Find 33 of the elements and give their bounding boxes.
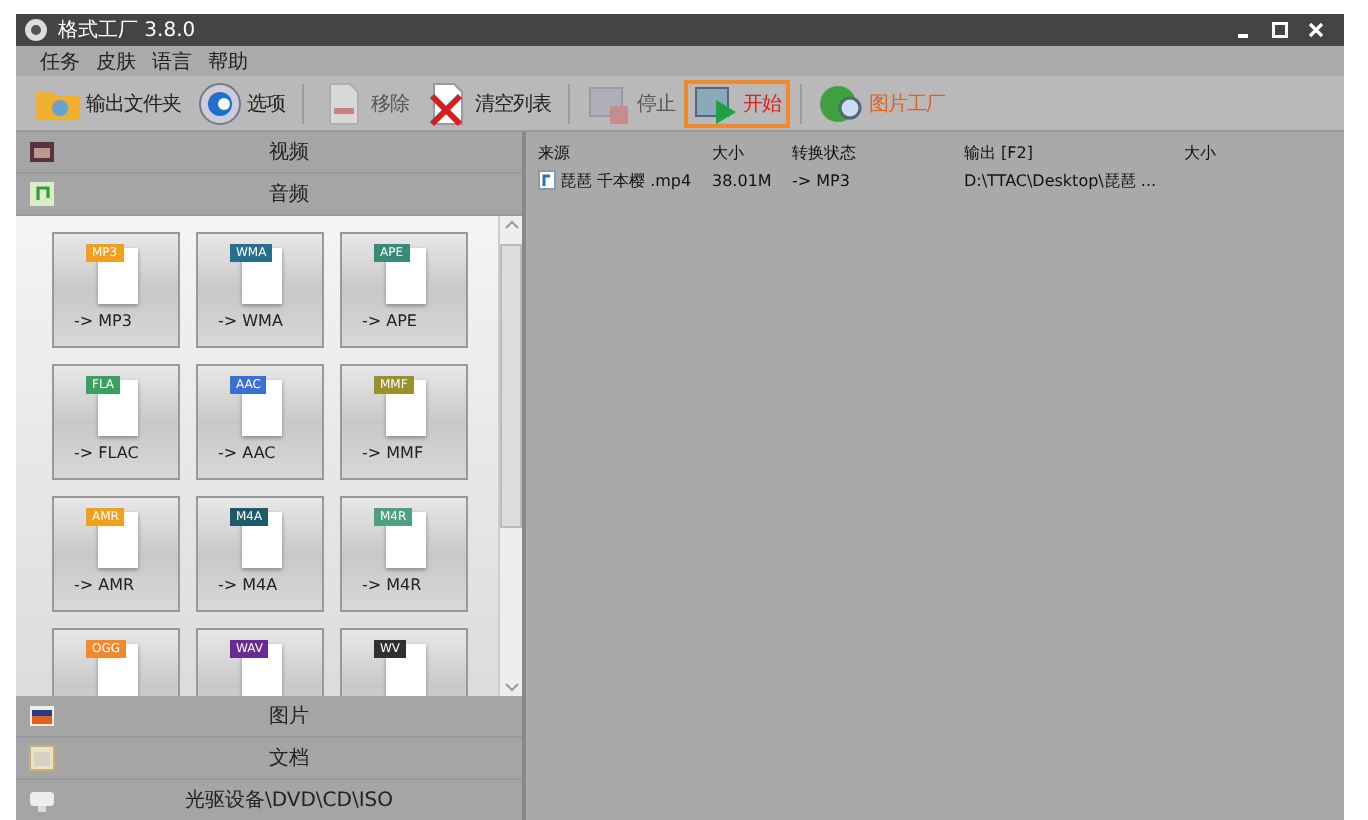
column-header[interactable]: 转换状态 bbox=[792, 141, 964, 163]
scrollbar[interactable] bbox=[498, 216, 522, 696]
category-item[interactable]: 文档 bbox=[16, 738, 522, 780]
document-icon bbox=[28, 744, 56, 772]
gear-icon bbox=[195, 79, 243, 127]
scrollbar-thumb[interactable] bbox=[500, 244, 522, 528]
category-item[interactable]: 音频 bbox=[16, 174, 522, 216]
scroll-down-icon[interactable] bbox=[501, 680, 521, 696]
menu-item[interactable]: 任务 bbox=[40, 47, 80, 75]
column-header[interactable]: 大小 bbox=[1184, 141, 1264, 163]
category-item[interactable]: 视频 bbox=[16, 132, 522, 174]
table-cell-text: 38.01M bbox=[712, 171, 774, 189]
table-cell-text: -> MP3 bbox=[792, 171, 852, 189]
menu-item[interactable]: 皮肤 bbox=[96, 47, 136, 75]
category-item[interactable]: 图片 bbox=[16, 696, 522, 738]
window-title: 格式工厂 3.8.0 bbox=[58, 17, 198, 44]
toolbar-button[interactable]: 清空列表 bbox=[417, 79, 557, 127]
menu-item[interactable]: 语言 bbox=[152, 47, 192, 75]
column-header[interactable]: 输出 [F2] bbox=[964, 141, 1184, 163]
toolbar-button[interactable]: 选项 bbox=[189, 79, 291, 127]
disc-drive-icon bbox=[28, 786, 56, 814]
clapper-icon bbox=[28, 138, 56, 166]
category-item[interactable]: 光驱设备\DVD\CD\ISO bbox=[16, 780, 522, 820]
maximize-icon[interactable] bbox=[1272, 22, 1288, 38]
table-cell: 琵琶 千本樱 .mp4 bbox=[538, 169, 712, 191]
column-header[interactable]: 来源 bbox=[538, 141, 712, 163]
scroll-up-icon[interactable] bbox=[501, 216, 521, 232]
close-icon[interactable] bbox=[1308, 22, 1324, 38]
toolbar-button[interactable]: 输出文件夹 bbox=[28, 79, 187, 127]
table-cell-text: D:\TTAC\Desktop\琵琶 ... bbox=[964, 169, 1159, 191]
menu-item[interactable]: 帮助 bbox=[208, 47, 248, 75]
app-icon bbox=[24, 18, 48, 42]
column-header[interactable]: 大小 bbox=[712, 141, 792, 163]
